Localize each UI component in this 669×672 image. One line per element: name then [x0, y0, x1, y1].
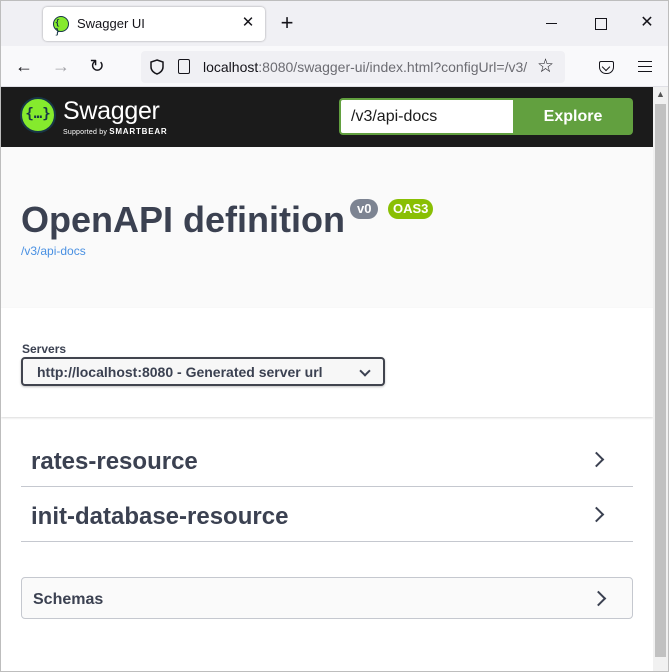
chevron-down-icon [359, 365, 371, 377]
scrollbar-thumb[interactable] [655, 104, 666, 657]
tag-name: rates-resource [31, 448, 198, 475]
servers-section: Servers http://localhost:8080 - Generate… [1, 308, 653, 417]
brand-subtitle: Supported by SMARTBEAR [63, 127, 168, 136]
navigation-toolbar: ← → ↻ localhost:8080/swagger-ui/index.ht… [1, 46, 668, 87]
url-host: localhost [203, 59, 259, 75]
page-title: OpenAPI definition [21, 199, 345, 240]
api-info-section: OpenAPI definition v0 OAS3 /v3/api-docs [1, 147, 653, 308]
explore-button[interactable]: Explore [513, 98, 633, 135]
swagger-topbar: {…} Swagger Supported by SMARTBEAR /v3/a… [1, 87, 653, 147]
scroll-up-arrow-icon[interactable]: ▲ [653, 87, 668, 102]
back-button[interactable]: ← [12, 54, 36, 78]
supported-by-text: Supported by [63, 129, 108, 136]
close-window-button[interactable]: ✕ [636, 12, 658, 34]
shield-icon[interactable] [150, 59, 164, 75]
schemas-section[interactable]: Schemas [21, 577, 633, 619]
url-text[interactable]: localhost:8080/swagger-ui/index.html?con… [203, 59, 533, 75]
swagger-favicon-icon [53, 16, 69, 36]
brand-name: Swagger [63, 97, 160, 125]
vertical-scrollbar[interactable]: ▲ [653, 87, 668, 671]
pocket-icon[interactable] [599, 61, 614, 74]
spec-url-input[interactable]: /v3/api-docs [339, 98, 515, 135]
page-info-icon[interactable] [178, 59, 190, 74]
menu-icon[interactable] [638, 61, 652, 72]
tag-name: init-database-resource [31, 503, 289, 530]
logo-glyph: {…} [25, 106, 51, 122]
forward-button[interactable]: → [49, 54, 73, 78]
browser-window: Swagger UI ✕ + ✕ ← → ↻ localhost:8080/sw… [0, 0, 669, 672]
chevron-right-icon[interactable] [588, 451, 605, 468]
tab-title: Swagger UI [77, 16, 145, 31]
tab-strip: Swagger UI ✕ + ✕ [1, 1, 668, 46]
maximize-button[interactable] [590, 12, 612, 34]
reload-button[interactable]: ↻ [85, 54, 109, 78]
chevron-right-icon[interactable] [588, 506, 605, 523]
url-path: :8080/swagger-ui/index.html?configUrl=/v… [258, 59, 528, 75]
chevron-right-icon[interactable] [590, 590, 607, 607]
version-badge: v0 [350, 199, 379, 219]
tag-init-database-resource[interactable]: init-database-resource [21, 487, 633, 542]
swagger-logo-icon[interactable]: {…} [20, 97, 56, 133]
address-bar[interactable]: localhost:8080/swagger-ui/index.html?con… [141, 51, 565, 83]
bookmark-star-icon[interactable]: ☆ [537, 55, 554, 78]
browser-tab-swagger[interactable]: Swagger UI ✕ [43, 7, 265, 41]
servers-label: Servers [22, 342, 67, 356]
schemas-label: Schemas [33, 591, 104, 608]
new-tab-button[interactable]: + [275, 12, 299, 36]
server-select[interactable]: http://localhost:8080 - Generated server… [21, 357, 385, 386]
tag-rates-resource[interactable]: rates-resource [21, 432, 633, 487]
page-viewport: {…} Swagger Supported by SMARTBEAR /v3/a… [1, 87, 668, 671]
spec-link[interactable]: /v3/api-docs [21, 244, 86, 258]
minimize-button[interactable] [541, 12, 563, 34]
tab-close-icon[interactable]: ✕ [239, 14, 257, 32]
oas-badge: OAS3 [388, 199, 434, 219]
selected-server: http://localhost:8080 - Generated server… [37, 364, 323, 380]
smartbear-text: SMARTBEAR [109, 127, 168, 136]
